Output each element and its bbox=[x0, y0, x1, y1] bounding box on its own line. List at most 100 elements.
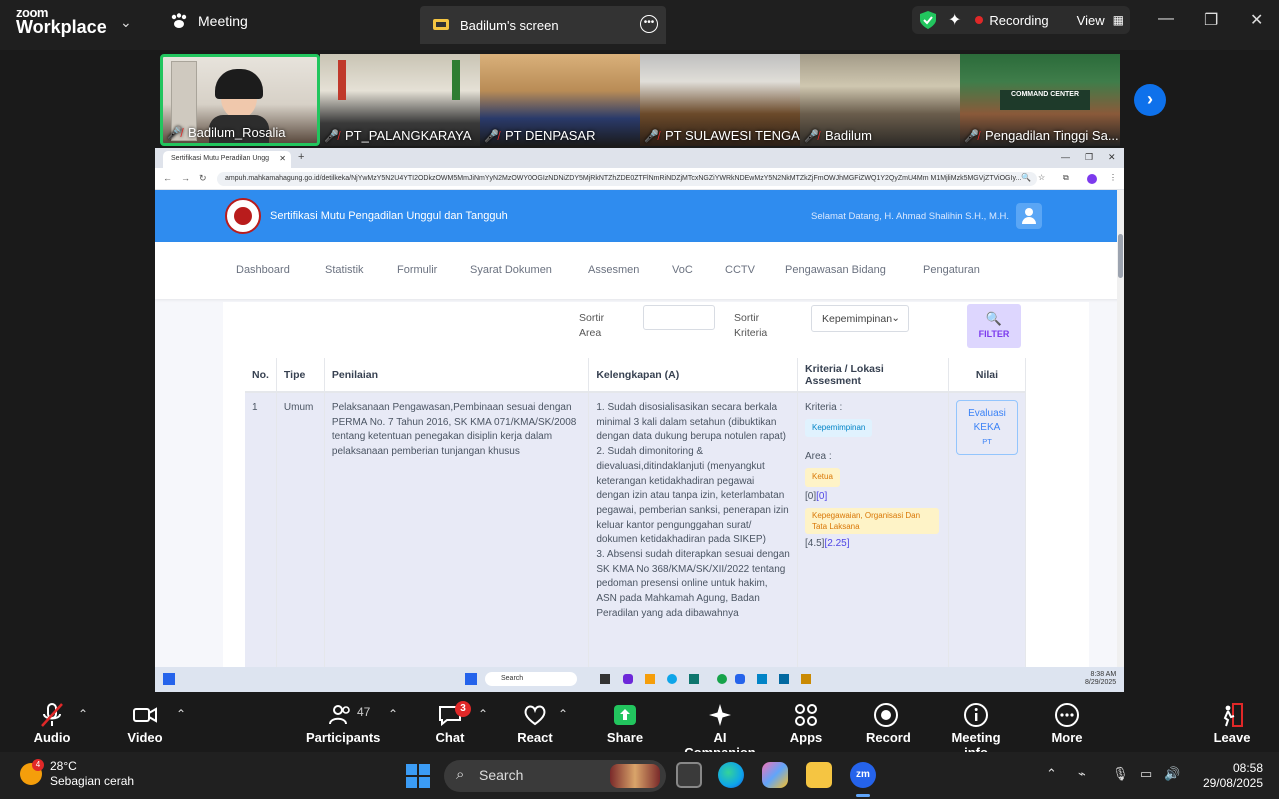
more-options-icon[interactable]: ••• bbox=[640, 15, 658, 33]
chat-options-caret-icon[interactable]: ⌃ bbox=[478, 707, 488, 721]
browser-close-icon[interactable]: ✕ bbox=[1108, 152, 1116, 163]
user-account-icon[interactable] bbox=[1016, 203, 1042, 229]
zoom-workplace-logo[interactable]: zoom Workplace bbox=[16, 6, 107, 36]
video-button[interactable]: Video bbox=[125, 702, 165, 745]
meeting-tab-label: Meeting bbox=[198, 13, 248, 29]
explorer-icon[interactable] bbox=[645, 674, 655, 684]
back-icon[interactable]: ← bbox=[163, 173, 172, 183]
nav-voc[interactable]: VoC bbox=[672, 264, 693, 276]
page-scrollbar[interactable] bbox=[1117, 190, 1124, 668]
participant-video-tile[interactable]: 🎤̸ Badilum bbox=[800, 54, 960, 146]
next-page-arrow-icon[interactable]: › bbox=[1134, 84, 1166, 116]
address-bar[interactable]: ampuh.mahkamahagung.go.id/detilkeka/NjYw… bbox=[217, 172, 1037, 186]
eval-line3: PT bbox=[982, 437, 992, 446]
windows-start-icon[interactable] bbox=[406, 764, 430, 788]
minimize-icon[interactable]: — bbox=[1158, 10, 1174, 28]
chat-label: Chat bbox=[435, 730, 465, 745]
tab-close-icon[interactable]: ✕ bbox=[279, 154, 286, 163]
zoom-taskbar-icon[interactable]: zm bbox=[850, 762, 876, 788]
score-b[interactable]: [2.25] bbox=[824, 538, 849, 549]
search-icon: ⌕ bbox=[456, 766, 465, 783]
widgets-icon[interactable] bbox=[163, 673, 175, 685]
volume-icon[interactable]: 🔊 bbox=[1164, 766, 1180, 782]
zoom-app-icon[interactable] bbox=[735, 674, 745, 684]
apps-button[interactable]: Apps bbox=[786, 702, 826, 745]
new-tab-icon[interactable]: + bbox=[298, 151, 304, 163]
nav-formulir[interactable]: Formulir bbox=[397, 264, 437, 276]
meeting-tab[interactable]: Meeting bbox=[170, 13, 248, 29]
grid-view-icon[interactable]: ▦ bbox=[1113, 13, 1124, 27]
file-explorer-icon[interactable] bbox=[806, 762, 832, 788]
calc-icon[interactable] bbox=[757, 674, 767, 684]
app-icon[interactable] bbox=[623, 674, 633, 684]
restore-icon[interactable]: ❐ bbox=[1204, 10, 1218, 30]
record-icon bbox=[874, 703, 898, 727]
audio-options-caret-icon[interactable]: ⌃ bbox=[78, 707, 88, 721]
browser-restore-icon[interactable]: ❐ bbox=[1085, 152, 1093, 163]
profile-avatar[interactable] bbox=[1087, 174, 1097, 184]
nav-cctv[interactable]: CCTV bbox=[725, 264, 755, 276]
participants-options-caret-icon[interactable]: ⌃ bbox=[388, 707, 398, 721]
browser-tab[interactable]: Sertifikasi Mutu Peradilan Ungg ✕ bbox=[163, 151, 291, 168]
audio-button[interactable]: Audio bbox=[32, 702, 72, 745]
leave-button[interactable]: Leave bbox=[1212, 702, 1252, 745]
nav-dashboard[interactable]: Dashboard bbox=[236, 264, 290, 276]
shared-screen-tab[interactable]: Badilum's screen ••• bbox=[420, 6, 666, 44]
chrome-icon[interactable] bbox=[717, 674, 727, 684]
more-icon bbox=[1055, 703, 1079, 727]
participant-video-tile[interactable]: COMMAND CENTER 🎤̸ Pengadilan Tinggi Sa... bbox=[960, 54, 1120, 146]
evaluasi-keka-button[interactable]: Evaluasi KEKA PT bbox=[955, 400, 1018, 455]
sort-area-input[interactable] bbox=[643, 305, 715, 330]
nav-syarat-dokumen[interactable]: Syarat Dokumen bbox=[470, 264, 552, 276]
extensions-icon[interactable]: ⧉ bbox=[1063, 173, 1069, 183]
react-button[interactable]: React bbox=[515, 702, 555, 745]
edge-icon[interactable] bbox=[667, 674, 677, 684]
copilot-icon[interactable] bbox=[762, 762, 788, 788]
filter-button[interactable]: 🔍 FILTER bbox=[967, 304, 1021, 348]
browser-minimize-icon[interactable]: — bbox=[1061, 152, 1070, 162]
view-button[interactable]: View bbox=[1077, 13, 1105, 28]
store-icon[interactable] bbox=[689, 674, 699, 684]
windows-search-box[interactable]: ⌕ Search bbox=[444, 760, 666, 792]
participant-video-tile[interactable]: 🎤̸ Badilum_Rosalia bbox=[160, 54, 320, 146]
task-view-icon[interactable] bbox=[676, 762, 702, 788]
zoom-lens-icon[interactable]: 🔍 bbox=[1021, 173, 1031, 182]
record-button[interactable]: Record bbox=[866, 702, 911, 745]
remote-search-box[interactable]: Search bbox=[485, 672, 577, 686]
display-icon[interactable]: ▭ bbox=[1140, 766, 1152, 782]
recording-label[interactable]: Recording bbox=[989, 13, 1048, 28]
edge-icon[interactable] bbox=[718, 762, 744, 788]
chevron-down-icon[interactable]: ⌄ bbox=[120, 14, 132, 31]
nav-statistik[interactable]: Statistik bbox=[325, 264, 364, 276]
nav-assesmen[interactable]: Assesmen bbox=[588, 264, 639, 276]
weather-widget[interactable]: 4 28°C Sebagian cerah bbox=[20, 759, 134, 789]
system-clock[interactable]: 08:58 29/08/2025 bbox=[1203, 761, 1263, 791]
nav-pengawasan-bidang[interactable]: Pengawasan Bidang bbox=[785, 264, 886, 276]
video-options-caret-icon[interactable]: ⌃ bbox=[176, 707, 186, 721]
participant-video-tile[interactable]: 🎤̸ PT_PALANGKARAYA bbox=[320, 54, 480, 146]
taskview-icon[interactable] bbox=[600, 674, 610, 684]
participants-icon bbox=[329, 705, 350, 725]
close-icon[interactable]: ✕ bbox=[1250, 10, 1263, 30]
browser-menu-icon[interactable]: ⋮ bbox=[1109, 173, 1117, 182]
ai-sparkle-icon[interactable]: ✦ bbox=[948, 10, 961, 30]
bookmark-star-icon[interactable]: ☆ bbox=[1038, 173, 1045, 182]
app3-icon[interactable] bbox=[801, 674, 811, 684]
react-options-caret-icon[interactable]: ⌃ bbox=[558, 707, 568, 721]
share-button[interactable]: Share bbox=[605, 702, 645, 745]
participant-video-tile[interactable]: 🎤̸ PT SULAWESI TENGAH bbox=[640, 54, 800, 146]
start-icon[interactable] bbox=[465, 673, 477, 685]
sort-criteria-select[interactable]: Kepemimpinan ⌄ bbox=[811, 305, 909, 332]
shield-icon[interactable] bbox=[920, 11, 936, 29]
network-off-icon[interactable]: ⌁ bbox=[1078, 766, 1086, 782]
forward-icon[interactable]: → bbox=[181, 173, 190, 183]
nav-pengaturan[interactable]: Pengaturan bbox=[923, 264, 980, 276]
mic-off-icon: 🎤̸ bbox=[324, 128, 339, 143]
tray-overflow-icon[interactable]: ⌃ bbox=[1046, 766, 1057, 782]
reload-icon[interactable]: ↻ bbox=[199, 173, 207, 184]
score-b[interactable]: [0] bbox=[816, 491, 827, 502]
more-button[interactable]: More bbox=[1047, 702, 1087, 745]
microphone-icon[interactable]: 🎙 bbox=[1112, 766, 1129, 782]
app2-icon[interactable] bbox=[779, 674, 789, 684]
participant-video-tile[interactable]: 🎤̸ PT DENPASAR bbox=[480, 54, 640, 146]
